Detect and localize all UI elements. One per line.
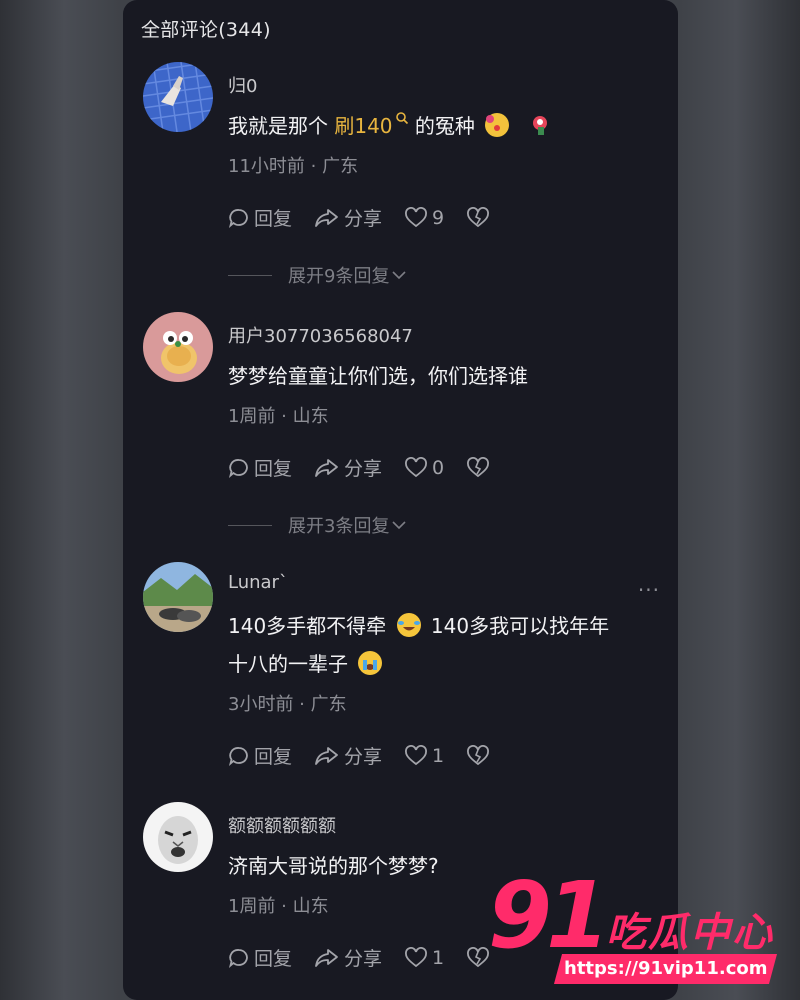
watermark-brand: 吃瓜中心 (606, 910, 774, 956)
watermark-number: 91 (488, 862, 610, 969)
like-count: 9 (432, 206, 445, 229)
laughing-crying-emoji-icon (396, 613, 421, 637)
divider-line (228, 524, 272, 526)
reply-label: 回复 (254, 948, 293, 970)
like-count: 0 (432, 456, 445, 479)
reply-icon (228, 746, 248, 766)
reply-button[interactable]: 回复 (228, 204, 292, 231)
like-button[interactable]: 1 (404, 947, 444, 969)
like-button[interactable]: 0 (404, 457, 444, 479)
share-label: 分享 (344, 948, 383, 970)
comment-meta: 1周前 · 山东 (228, 896, 329, 917)
comment-username[interactable]: Lunar` (228, 572, 288, 593)
avatar[interactable] (143, 312, 213, 382)
reply-label: 回复 (254, 458, 293, 480)
broken-heart-icon (467, 206, 490, 227)
reply-button[interactable]: 回复 (228, 454, 292, 481)
comment-text: 140多我可以找年年 (424, 614, 610, 638)
expand-replies-label: 展开3条回复 (288, 516, 390, 537)
comment-meta: 11小时前 · 广东 (228, 156, 359, 177)
comment-actions: 回复 分享 1 (228, 944, 516, 971)
expand-replies-button[interactable]: 展开3条回复 (228, 512, 407, 538)
like-button[interactable]: 9 (404, 207, 444, 229)
reply-button[interactable]: 回复 (228, 944, 292, 971)
share-button[interactable]: 分享 (314, 454, 382, 481)
heart-icon (405, 456, 427, 477)
reply-icon (228, 948, 248, 968)
comment-text: 十八的一辈子 (228, 652, 348, 676)
reply-icon (228, 208, 248, 228)
heart-icon (405, 744, 427, 765)
broken-heart-icon (467, 744, 490, 765)
share-label: 分享 (344, 746, 383, 768)
like-count: 1 (432, 946, 445, 969)
share-icon (315, 948, 338, 967)
clown-emoji-icon (485, 113, 510, 137)
comment-content: 140多手都不得牵 140多我可以找年年 十八的一辈子 (228, 607, 658, 683)
share-button[interactable]: 分享 (314, 204, 382, 231)
comment-username[interactable]: 用户3077036568047 (228, 322, 413, 348)
comment-actions: 回复 分享 9 (228, 204, 516, 231)
share-icon (315, 208, 338, 227)
search-icon[interactable] (395, 111, 409, 125)
divider-line (228, 274, 272, 276)
comment-text: 我就是那个 (228, 114, 335, 138)
avatar[interactable] (143, 802, 213, 872)
chevron-down-icon (392, 521, 407, 530)
crying-emoji-icon (358, 651, 383, 675)
share-button[interactable]: 分享 (314, 944, 382, 971)
watermark-url: https://91vip11.com (553, 954, 778, 984)
dislike-button[interactable] (466, 206, 494, 229)
expand-replies-button[interactable]: 展开9条回复 (228, 262, 407, 288)
reply-label: 回复 (254, 746, 293, 768)
heart-icon (405, 206, 427, 227)
share-icon (315, 746, 338, 765)
reply-icon (228, 458, 248, 478)
dislike-button[interactable] (466, 744, 494, 767)
chevron-down-icon (392, 271, 407, 280)
share-label: 分享 (344, 458, 383, 480)
share-label: 分享 (344, 208, 383, 230)
comment-text: 140多手都不得牵 (228, 614, 387, 638)
like-count: 1 (432, 744, 445, 767)
comment-content: 梦梦给童童让你们选，你们选择谁 (228, 364, 528, 388)
broken-heart-icon (467, 946, 490, 967)
share-icon (315, 458, 338, 477)
comments-panel: 全部评论(344) 归0 我就是那个 刷140 的冤种 11小时前 · 广东 回… (123, 0, 678, 1000)
dislike-button[interactable] (466, 456, 494, 479)
clown-hat-emoji-icon (530, 113, 554, 137)
comment-meta: 1周前 · 山东 (228, 406, 329, 427)
watermark-url-text: https://91vip11.com (563, 958, 768, 979)
comment-username[interactable]: 归0 (228, 72, 257, 98)
more-options-button[interactable]: ··· (638, 578, 660, 602)
broken-heart-icon (467, 456, 490, 477)
comment-meta: 3小时前 · 广东 (228, 694, 347, 715)
expand-replies-label: 展开9条回复 (288, 266, 390, 287)
comment-actions: 回复 分享 1 (228, 742, 516, 769)
comments-count-title: 全部评论(344) (141, 19, 271, 41)
search-keyword-link[interactable]: 刷140 (334, 114, 392, 138)
comment-username[interactable]: 额额额额额额 (228, 812, 336, 838)
comment-actions: 回复 分享 0 (228, 454, 516, 481)
like-button[interactable]: 1 (404, 745, 444, 767)
share-button[interactable]: 分享 (314, 742, 382, 769)
comment-text: 的冤种 (408, 114, 475, 138)
avatar[interactable] (143, 62, 213, 132)
reply-label: 回复 (254, 208, 293, 230)
avatar[interactable] (143, 562, 213, 632)
reply-button[interactable]: 回复 (228, 742, 292, 769)
site-watermark: 91 吃瓜中心 https://91vip11.com (488, 870, 788, 990)
comment-content: 我就是那个 刷140 的冤种 (228, 107, 658, 145)
heart-icon (405, 946, 427, 967)
